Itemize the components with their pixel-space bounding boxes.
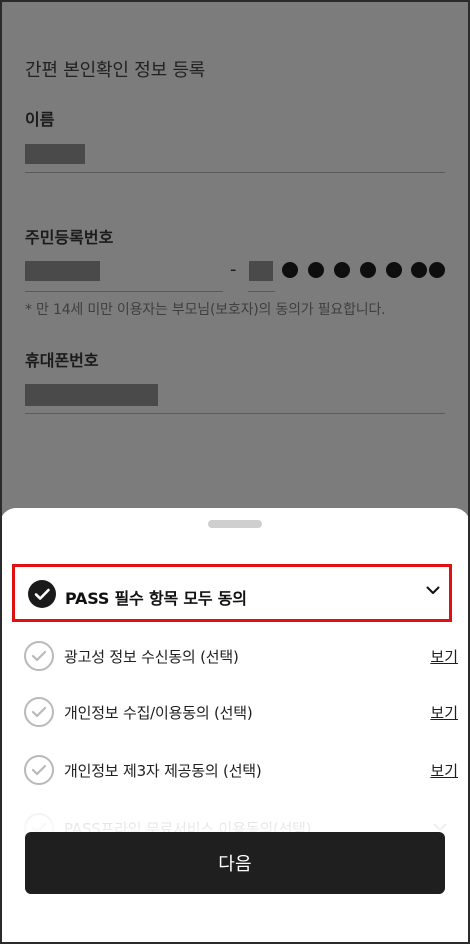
phone-value-mask (25, 384, 158, 406)
resident-back-underline (248, 291, 275, 292)
check-circle-outline-icon[interactable] (24, 755, 54, 785)
consent-row-ad-info[interactable]: 광고성 정보 수신동의 (선택) 보기 (24, 638, 458, 672)
check-circle-outline-icon[interactable] (24, 697, 54, 727)
resident-back-first-digit-mask (249, 261, 273, 281)
name-value-mask (25, 144, 85, 164)
name-field-underline (25, 172, 445, 173)
masked-digit-dot (386, 262, 402, 278)
resident-front-underline (25, 291, 223, 292)
resident-front-mask (25, 261, 100, 281)
chevron-down-icon[interactable] (425, 582, 441, 598)
resident-hint: * 만 14세 미만 이용자는 부모님(보호자)의 동의가 필요합니다. (25, 302, 386, 318)
consent-label: 개인정보 수집/이용동의 (선택) (64, 704, 253, 722)
view-link[interactable]: 보기 (430, 702, 458, 723)
masked-digit-dot (411, 262, 427, 278)
consent-label: 개인정보 제3자 제공동의 (선택) (64, 762, 262, 780)
name-label: 이름 (25, 110, 55, 129)
consent-row-personal-info[interactable]: 개인정보 수집/이용동의 (선택) 보기 (24, 694, 458, 728)
form-title: 간편 본인확인 정보 등록 (25, 60, 206, 81)
view-link[interactable]: 보기 (430, 760, 458, 781)
all-required-agree-label: PASS 필수 항목 모두 동의 (65, 589, 247, 608)
phone-label: 휴대폰번호 (25, 351, 99, 370)
resident-number-label: 주민등록번호 (25, 228, 114, 247)
consent-label: 광고성 정보 수신동의 (선택) (64, 648, 239, 666)
check-circle-filled-icon[interactable] (28, 580, 56, 608)
masked-digit-dot (334, 262, 350, 278)
masked-digit-dot (282, 262, 298, 278)
view-link[interactable]: 보기 (430, 646, 458, 667)
next-button[interactable]: 다음 (25, 832, 445, 894)
resident-separator: - (230, 259, 237, 280)
all-required-agree-row[interactable]: PASS 필수 항목 모두 동의 (12, 564, 452, 622)
masked-digit-dot (360, 262, 376, 278)
consent-row-third-party[interactable]: 개인정보 제3자 제공동의 (선택) 보기 (24, 752, 458, 786)
agreement-bottom-sheet: PASS 필수 항목 모두 동의 광고성 정보 수신동의 (선택) 보기 개인정… (0, 508, 470, 944)
masked-digit-dot (308, 262, 324, 278)
sheet-drag-handle[interactable] (208, 520, 262, 528)
check-circle-outline-icon[interactable] (24, 641, 54, 671)
phone-field-underline (25, 413, 445, 414)
masked-digit-dot (429, 262, 445, 278)
